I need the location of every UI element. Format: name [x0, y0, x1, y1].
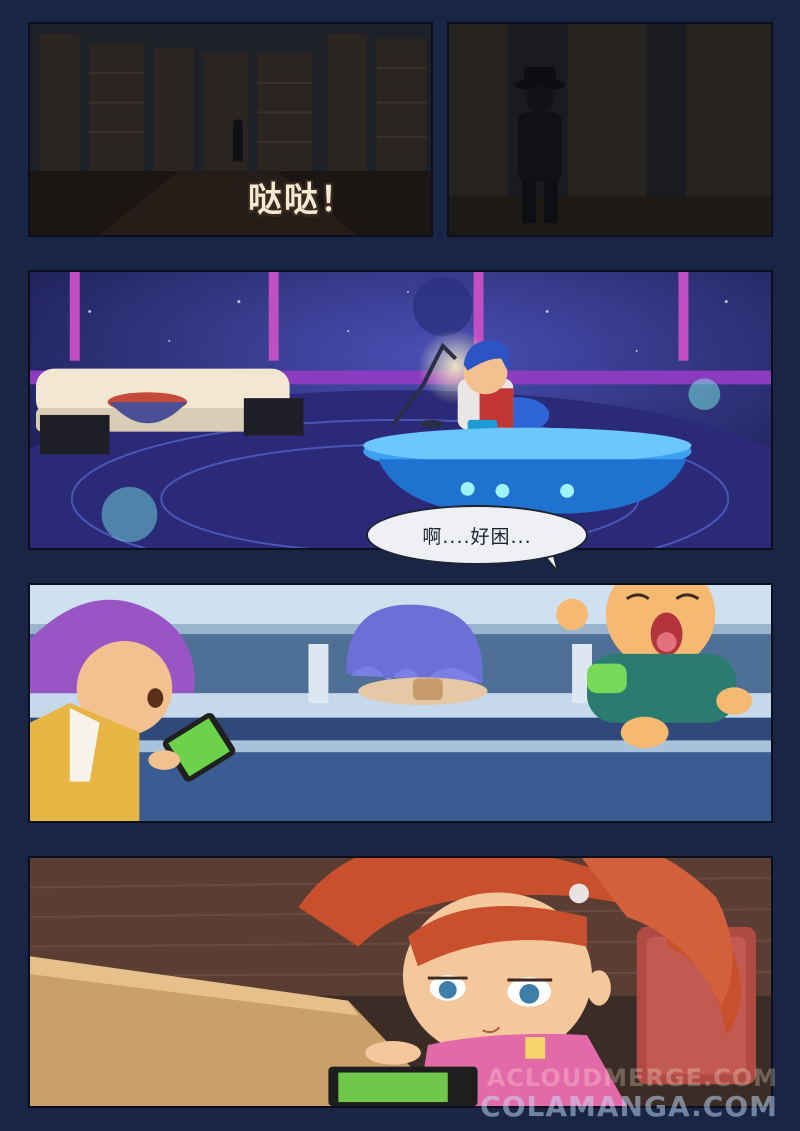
panel-shadow-figure — [447, 22, 773, 237]
speech-bubble: 啊....好困... — [366, 505, 588, 565]
shadow-figure-scene — [449, 24, 771, 235]
classroom-scene — [30, 585, 771, 821]
sound-effect-text: 哒哒！ — [248, 180, 356, 220]
speech-bubble-text: 啊....好困... — [422, 525, 532, 548]
watermark-primary: ACLOUDMERGE.COM — [486, 1064, 778, 1092]
comic-page: 哒哒！ 啊....好困... ACLOUDMERGE.COM COLAMANGA… — [0, 0, 800, 1131]
panel-space-office — [28, 270, 773, 550]
watermark-secondary: COLAMANGA.COM — [480, 1090, 778, 1123]
panel-classroom — [28, 583, 773, 823]
space-office-scene — [30, 272, 771, 548]
library-scene — [30, 24, 431, 235]
panel-library-aisle: 哒哒！ — [28, 22, 433, 237]
